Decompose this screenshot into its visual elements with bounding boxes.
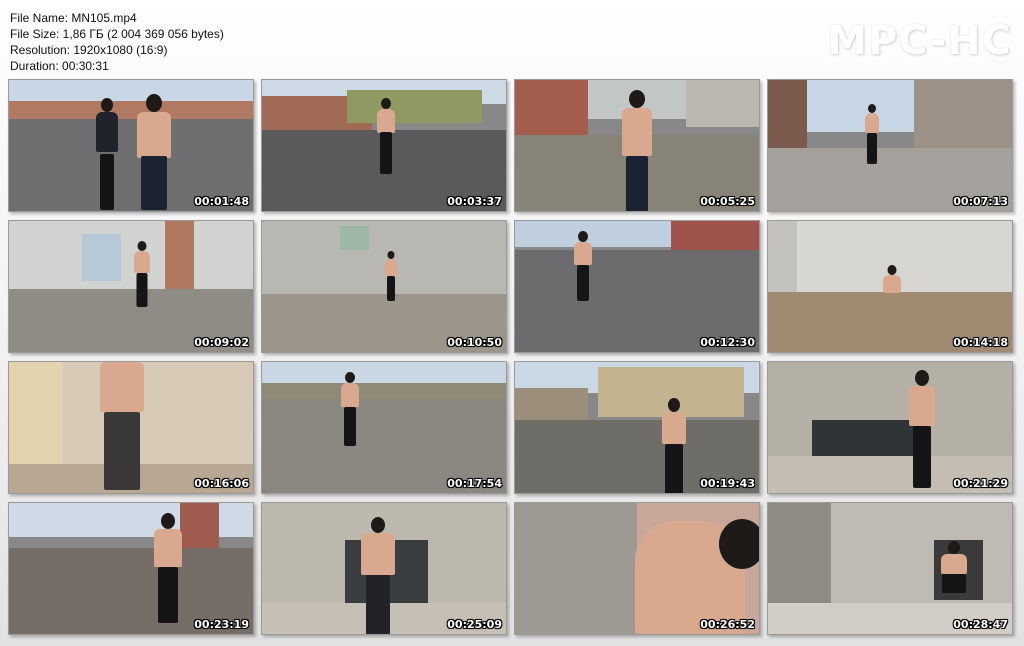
thumbnail[interactable]: 00:14:18	[767, 220, 1013, 353]
person-figure	[360, 517, 396, 634]
duration-text: Duration: 00:30:31	[10, 59, 109, 73]
file-name-text: File Name: MN105.mp4	[10, 11, 137, 25]
person-figure	[153, 513, 183, 623]
file-size-text: File Size: 1,86 ГБ (2 004 369 056 bytes)	[10, 27, 224, 41]
timestamp: 00:03:37	[447, 195, 502, 208]
person-figure	[625, 511, 759, 634]
thumbnail[interactable]: 00:07:13	[767, 79, 1013, 212]
thumbnail[interactable]: 00:26:52	[514, 502, 760, 635]
thumbnail[interactable]: 00:01:48	[8, 79, 254, 212]
timestamp: 00:28:47	[953, 618, 1008, 631]
person-figure	[97, 362, 147, 490]
timestamp: 00:12:30	[700, 336, 755, 349]
person-figure	[864, 104, 880, 164]
thumbnail[interactable]: 00:12:30	[514, 220, 760, 353]
timestamp: 00:09:02	[194, 336, 249, 349]
person-figure	[908, 370, 936, 488]
timestamp: 00:21:29	[953, 477, 1008, 490]
timestamp: 00:19:43	[700, 477, 755, 490]
resolution-text: Resolution: 1920x1080 (16:9)	[10, 43, 168, 57]
person-figure	[621, 90, 653, 211]
person-figure	[940, 541, 968, 593]
thumbnail[interactable]: 00:28:47	[767, 502, 1013, 635]
timestamp: 00:14:18	[953, 336, 1008, 349]
timestamp: 00:05:25	[700, 195, 755, 208]
file-info: File Name: MN105.mp4 File Size: 1,86 ГБ …	[10, 10, 224, 74]
person-figure	[135, 94, 173, 210]
thumbnail[interactable]: 00:03:37	[261, 79, 507, 212]
thumbnail[interactable]: 00:16:06	[8, 361, 254, 494]
person-figure	[340, 372, 360, 446]
person-figure	[661, 398, 687, 493]
thumbnail[interactable]: 00:25:09	[261, 502, 507, 635]
timestamp: 00:23:19	[194, 618, 249, 631]
person-figure	[882, 265, 902, 293]
person-figure	[376, 98, 396, 174]
timestamp: 00:25:09	[447, 618, 502, 631]
person-figure	[133, 241, 151, 307]
person-figure	[95, 98, 119, 210]
timestamp: 00:07:13	[953, 195, 1008, 208]
thumbnail[interactable]: 00:05:25	[514, 79, 760, 212]
person-figure	[384, 251, 398, 301]
thumbnail[interactable]: 00:23:19	[8, 502, 254, 635]
timestamp: 00:17:54	[447, 477, 502, 490]
mpc-hc-logo: MPC-HC	[827, 18, 1012, 64]
thumbnail[interactable]: 00:19:43	[514, 361, 760, 494]
person-figure	[573, 231, 593, 301]
timestamp: 00:26:52	[700, 618, 755, 631]
timestamp: 00:16:06	[194, 477, 249, 490]
timestamp: 00:10:50	[447, 336, 502, 349]
thumbnail[interactable]: 00:09:02	[8, 220, 254, 353]
thumbnail[interactable]: 00:21:29	[767, 361, 1013, 494]
timestamp: 00:01:48	[194, 195, 249, 208]
thumbnail-grid: 00:01:48 00:03:37 00:05:25 00:07:13 00:0…	[8, 79, 1013, 635]
thumbnail[interactable]: 00:10:50	[261, 220, 507, 353]
thumbnail[interactable]: 00:17:54	[261, 361, 507, 494]
